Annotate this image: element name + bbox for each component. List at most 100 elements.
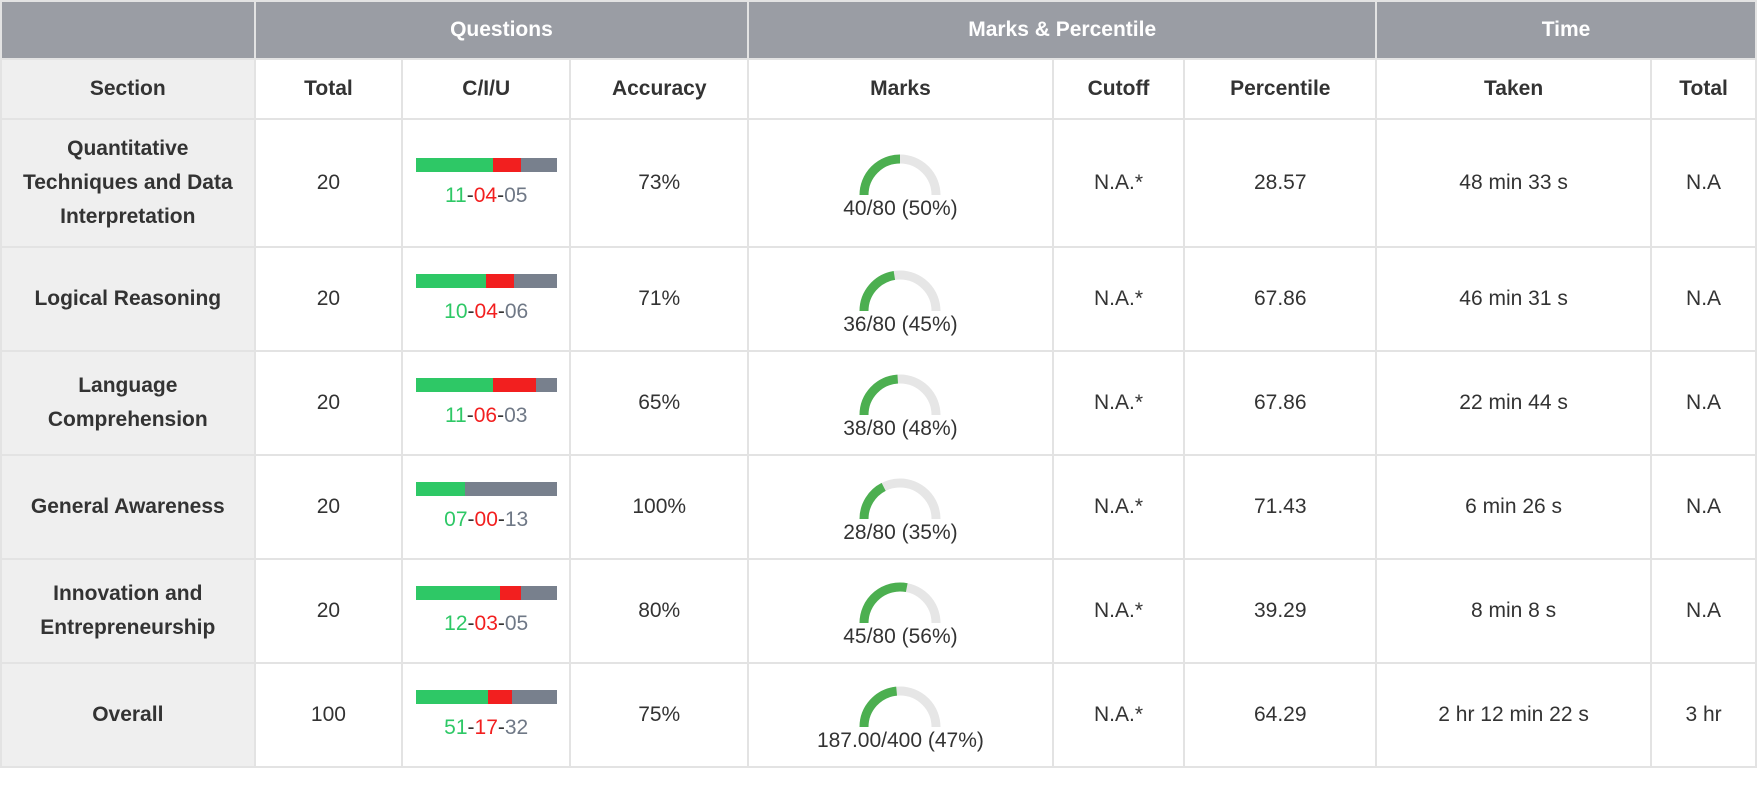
time-taken-value: 6 min 26 s bbox=[1375, 454, 1653, 560]
incorrect-segment bbox=[493, 378, 536, 392]
table-row: Language Comprehension 20 11-06-03 65% 3… bbox=[0, 350, 1757, 456]
gauge-fill bbox=[859, 686, 898, 727]
incorrect-count: 00 bbox=[474, 508, 498, 531]
time-total-value: N.A bbox=[1650, 558, 1757, 664]
time-total-value: N.A bbox=[1650, 118, 1757, 248]
cutoff-value: N.A.* bbox=[1051, 454, 1186, 560]
incorrect-segment bbox=[486, 274, 515, 288]
unattempted-count: 03 bbox=[504, 404, 528, 427]
unattempted-segment bbox=[521, 586, 557, 600]
marks-gauge bbox=[859, 478, 941, 519]
marks-value: 28/80 (35%) bbox=[843, 521, 958, 544]
ciu-counts: 11-04-05 bbox=[444, 184, 528, 207]
marks-gauge bbox=[859, 270, 941, 311]
table-row: Logical Reasoning 20 10-04-06 71% 36/80 … bbox=[0, 246, 1757, 352]
accuracy-value: 80% bbox=[569, 558, 750, 664]
percentile-value: 64.29 bbox=[1183, 662, 1378, 768]
percentile-value: 67.86 bbox=[1183, 350, 1378, 456]
column-header-taken: Taken bbox=[1375, 58, 1653, 120]
unattempted-segment bbox=[521, 158, 557, 172]
marks-gauge bbox=[859, 582, 941, 623]
sectional-report-table: Questions Marks & Percentile Time Sectio… bbox=[0, 0, 1757, 768]
unattempted-count: 05 bbox=[504, 612, 529, 635]
unattempted-count: 06 bbox=[504, 300, 529, 323]
column-header-cutoff: Cutoff bbox=[1051, 58, 1186, 120]
ciu-counts: 11-06-03 bbox=[444, 404, 528, 427]
marks-value: 36/80 (45%) bbox=[843, 313, 958, 336]
correct-count: 11 bbox=[444, 184, 467, 207]
group-header-row: Questions Marks & Percentile Time bbox=[0, 0, 1757, 60]
column-header-marks: Marks bbox=[747, 58, 1054, 120]
marks-gauge bbox=[859, 686, 941, 727]
marks-cell: 187.00/400 (47%) bbox=[747, 662, 1054, 768]
table-row: Innovation and Entrepreneurship 20 12-03… bbox=[0, 558, 1757, 664]
correct-segment bbox=[415, 690, 488, 704]
percentile-value: 67.86 bbox=[1183, 246, 1378, 352]
section-name: Logical Reasoning bbox=[0, 246, 256, 352]
marks-gauge bbox=[859, 154, 941, 195]
time-total-value: N.A bbox=[1650, 246, 1757, 352]
column-header-ciu: C/I/U bbox=[401, 58, 572, 120]
cutoff-value: N.A.* bbox=[1051, 246, 1186, 352]
question-total: 20 bbox=[253, 558, 404, 664]
section-name: Quantitative Techniques and Data Interpr… bbox=[0, 118, 256, 248]
group-header-questions: Questions bbox=[253, 0, 750, 60]
column-header-row: Section Total C/I/U Accuracy Marks Cutof… bbox=[0, 58, 1757, 120]
incorrect-segment bbox=[487, 690, 512, 704]
time-total-value: N.A bbox=[1650, 454, 1757, 560]
cutoff-value: N.A.* bbox=[1051, 558, 1186, 664]
ciu-counts: 12-03-05 bbox=[444, 612, 529, 635]
ciu-cell: 12-03-05 bbox=[401, 558, 572, 664]
marks-gauge bbox=[859, 374, 941, 415]
incorrect-count: 06 bbox=[473, 404, 498, 427]
incorrect-count: 04 bbox=[473, 184, 498, 207]
table-row: Quantitative Techniques and Data Interpr… bbox=[0, 118, 1757, 248]
incorrect-count: 03 bbox=[474, 612, 498, 635]
percentile-value: 71.43 bbox=[1183, 454, 1378, 560]
section-name: Innovation and Entrepreneurship bbox=[0, 558, 256, 664]
marks-cell: 38/80 (48%) bbox=[747, 350, 1054, 456]
time-taken-value: 8 min 8 s bbox=[1375, 558, 1653, 664]
incorrect-count: 04 bbox=[474, 300, 498, 323]
incorrect-count: 17 bbox=[474, 716, 498, 739]
marks-cell: 40/80 (50%) bbox=[747, 118, 1054, 248]
marks-value: 40/80 (50%) bbox=[843, 197, 958, 220]
unattempted-segment bbox=[511, 690, 557, 704]
correct-segment bbox=[415, 158, 494, 172]
unattempted-count: 05 bbox=[504, 184, 528, 207]
column-header-section: Section bbox=[0, 58, 256, 120]
accuracy-value: 100% bbox=[569, 454, 750, 560]
question-total: 20 bbox=[253, 118, 404, 248]
gauge-fill bbox=[859, 270, 896, 311]
unattempted-segment bbox=[535, 378, 557, 392]
correct-count: 07 bbox=[444, 508, 468, 531]
time-taken-value: 2 hr 12 min 22 s bbox=[1375, 662, 1653, 768]
question-total: 100 bbox=[253, 662, 404, 768]
marks-value: 45/80 (56%) bbox=[843, 625, 958, 648]
ciu-cell: 51-17-32 bbox=[401, 662, 572, 768]
percentile-value: 39.29 bbox=[1183, 558, 1378, 664]
table-row-overall: Overall 100 51-17-32 75% 187.00/400 (47%… bbox=[0, 662, 1757, 768]
marks-cell: 28/80 (35%) bbox=[747, 454, 1054, 560]
accuracy-value: 65% bbox=[569, 350, 750, 456]
time-taken-value: 46 min 31 s bbox=[1375, 246, 1653, 352]
ciu-cell: 11-06-03 bbox=[401, 350, 572, 456]
column-header-accuracy: Accuracy bbox=[569, 58, 750, 120]
time-total-value: N.A bbox=[1650, 350, 1757, 456]
question-total: 20 bbox=[253, 454, 404, 560]
column-header-percentile: Percentile bbox=[1183, 58, 1378, 120]
marks-value: 38/80 (48%) bbox=[843, 417, 958, 440]
cutoff-value: N.A.* bbox=[1051, 118, 1186, 248]
accuracy-value: 73% bbox=[569, 118, 750, 248]
ciu-progress-bar bbox=[415, 158, 557, 172]
gauge-fill bbox=[859, 482, 887, 519]
correct-count: 11 bbox=[444, 404, 467, 427]
ciu-progress-bar bbox=[415, 482, 557, 496]
ciu-progress-bar bbox=[415, 586, 557, 600]
marks-value: 187.00/400 (47%) bbox=[816, 729, 984, 752]
ciu-progress-bar bbox=[415, 274, 557, 288]
ciu-cell: 07-00-13 bbox=[401, 454, 572, 560]
group-header-blank bbox=[0, 0, 256, 60]
time-taken-value: 22 min 44 s bbox=[1375, 350, 1653, 456]
accuracy-value: 75% bbox=[569, 662, 750, 768]
